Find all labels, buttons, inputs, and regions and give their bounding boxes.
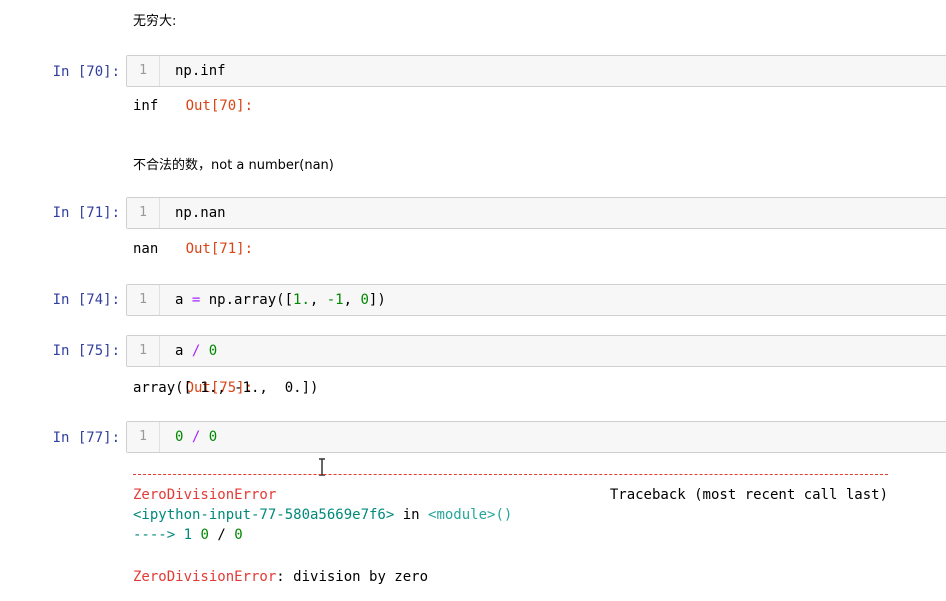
line-number: 1 (127, 336, 160, 366)
line-number: 1 (127, 285, 160, 315)
traceback-header: ZeroDivisionError Traceback (most recent … (133, 485, 893, 505)
in-prompt-75: In [75]: (52, 343, 120, 359)
code-line[interactable]: a = np.array([1., -1, 0]) (175, 285, 386, 315)
text-cursor-icon (318, 458, 326, 480)
code-token: a (175, 292, 192, 308)
traceback-title: Traceback (most recent call last) (609, 487, 888, 503)
traceback-separator (133, 474, 888, 475)
in-prompt-74: In [74]: (52, 292, 120, 308)
final-error-name: ZeroDivisionError (133, 569, 277, 585)
in-prompt-70: In [70]: (52, 64, 120, 80)
code-number: 0 (234, 527, 243, 543)
in-prompt-71: In [71]: (52, 205, 120, 221)
line-number: 1 (127, 198, 160, 228)
markdown-nan: 不合法的数，not a number(nan) (133, 158, 334, 173)
code-token: ]) (368, 292, 386, 308)
traceback-location: <ipython-input-77-580a5669e7f6> in <modu… (133, 505, 893, 525)
input-ref: <ipython-input-77-580a5669e7f6> (133, 507, 395, 523)
code-number: 0 (200, 527, 209, 543)
output-71: nan (133, 241, 159, 257)
code-line[interactable]: np.nan (175, 198, 226, 228)
line-number: 1 (127, 56, 160, 86)
code-cell-74[interactable]: 1 a = np.array([1., -1, 0]) (126, 284, 946, 316)
code-line[interactable]: a / 0 (175, 336, 217, 366)
code-token: , (343, 292, 361, 308)
module-ref: <module>() (428, 507, 513, 523)
code-token: / (208, 527, 235, 543)
code-cell-77[interactable]: 1 0 / 0 (126, 421, 946, 453)
code-token: np.array([ (200, 292, 294, 308)
code-number: 1. (293, 292, 310, 308)
code-token: np.inf (175, 63, 226, 79)
output-70: inf (133, 98, 159, 114)
code-cell-70[interactable]: 1 np.inf (126, 55, 946, 87)
final-error-message: : division by zero (276, 569, 429, 585)
code-cell-75[interactable]: 1 a / 0 (126, 335, 946, 367)
in-word: in (394, 507, 429, 523)
arrow: ----> (133, 527, 176, 543)
arrow-line-number: 1 (175, 527, 201, 543)
traceback-arrow-line: ----> 1 0 / 0 (133, 525, 893, 545)
code-token: , (309, 292, 327, 308)
code-number: 0 (360, 292, 369, 308)
code-line[interactable]: np.inf (175, 56, 226, 86)
code-token: a (175, 343, 192, 359)
code-number: 0 (208, 343, 218, 359)
code-number: -1 (326, 292, 344, 308)
code-cell-71[interactable]: 1 np.nan (126, 197, 946, 229)
output-75: array([ 1., -1., 0.]) (133, 380, 319, 396)
traceback-final: ZeroDivisionError: division by zero (133, 567, 893, 587)
code-number: 0 (208, 429, 218, 445)
in-prompt-77: In [77]: (52, 430, 120, 446)
code-line[interactable]: 0 / 0 (175, 422, 217, 452)
error-name: ZeroDivisionError (133, 487, 277, 503)
code-token: np.nan (175, 205, 226, 221)
markdown-infinity: 无穷大: (133, 14, 177, 29)
line-number: 1 (127, 422, 160, 452)
